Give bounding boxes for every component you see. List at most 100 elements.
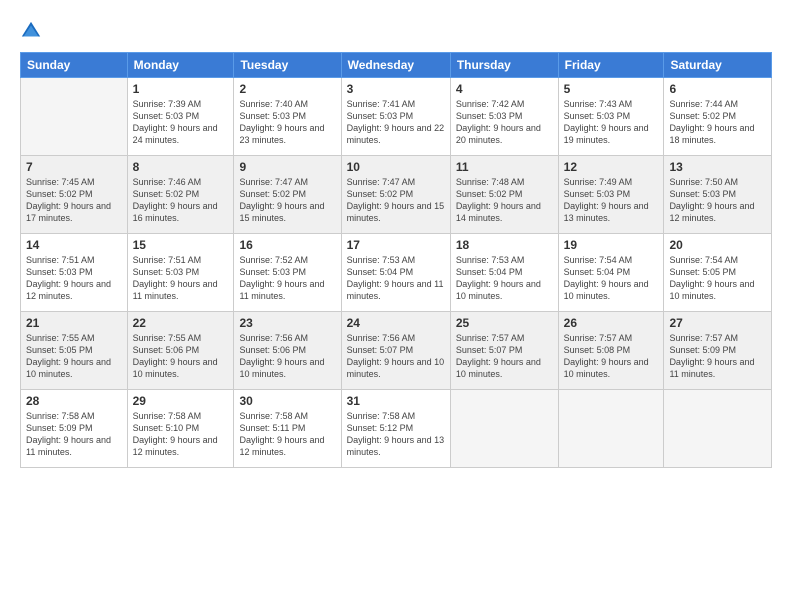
- day-number: 1: [133, 82, 229, 96]
- day-info: Sunrise: 7:55 AMSunset: 5:05 PMDaylight:…: [26, 332, 122, 381]
- calendar-day-cell: 23 Sunrise: 7:56 AMSunset: 5:06 PMDayligh…: [234, 312, 341, 390]
- day-info: Sunrise: 7:41 AMSunset: 5:03 PMDaylight:…: [347, 98, 445, 147]
- calendar-day-cell: 17 Sunrise: 7:53 AMSunset: 5:04 PMDayligh…: [341, 234, 450, 312]
- day-info: Sunrise: 7:53 AMSunset: 5:04 PMDaylight:…: [347, 254, 445, 303]
- day-number: 20: [669, 238, 766, 252]
- calendar-day-cell: 21 Sunrise: 7:55 AMSunset: 5:05 PMDayligh…: [21, 312, 128, 390]
- day-number: 9: [239, 160, 335, 174]
- day-info: Sunrise: 7:58 AMSunset: 5:10 PMDaylight:…: [133, 410, 229, 459]
- weekday-header: Wednesday: [341, 53, 450, 78]
- day-number: 29: [133, 394, 229, 408]
- day-info: Sunrise: 7:47 AMSunset: 5:02 PMDaylight:…: [347, 176, 445, 225]
- day-number: 14: [26, 238, 122, 252]
- calendar-day-cell: 16 Sunrise: 7:52 AMSunset: 5:03 PMDayligh…: [234, 234, 341, 312]
- calendar-day-cell: 5 Sunrise: 7:43 AMSunset: 5:03 PMDaylight…: [558, 78, 664, 156]
- day-number: 6: [669, 82, 766, 96]
- logo: [20, 18, 45, 42]
- weekday-header: Saturday: [664, 53, 772, 78]
- day-number: 31: [347, 394, 445, 408]
- calendar-day-cell: 9 Sunrise: 7:47 AMSunset: 5:02 PMDaylight…: [234, 156, 341, 234]
- day-info: Sunrise: 7:58 AMSunset: 5:12 PMDaylight:…: [347, 410, 445, 459]
- day-number: 7: [26, 160, 122, 174]
- calendar-day-cell: 27 Sunrise: 7:57 AMSunset: 5:09 PMDayligh…: [664, 312, 772, 390]
- calendar-header-row: SundayMondayTuesdayWednesdayThursdayFrid…: [21, 53, 772, 78]
- calendar-day-cell: 8Sunrise: 7:46 AMSunset: 5:02 PMDaylight…: [127, 156, 234, 234]
- weekday-header: Thursday: [450, 53, 558, 78]
- calendar-day-cell: 28 Sunrise: 7:58 AMSunset: 5:09 PMDayligh…: [21, 390, 128, 468]
- calendar-day-cell: 31 Sunrise: 7:58 AMSunset: 5:12 PMDayligh…: [341, 390, 450, 468]
- calendar-day-cell: 18 Sunrise: 7:53 AMSunset: 5:04 PMDayligh…: [450, 234, 558, 312]
- day-number: 26: [564, 316, 659, 330]
- day-number: 22: [133, 316, 229, 330]
- day-info: Sunrise: 7:39 AMSunset: 5:03 PMDaylight:…: [133, 98, 229, 147]
- calendar-day-cell: 24 Sunrise: 7:56 AMSunset: 5:07 PMDayligh…: [341, 312, 450, 390]
- calendar-day-cell: 15 Sunrise: 7:51 AMSunset: 5:03 PMDayligh…: [127, 234, 234, 312]
- day-number: 24: [347, 316, 445, 330]
- calendar-day-cell: [558, 390, 664, 468]
- day-info: Sunrise: 7:52 AMSunset: 5:03 PMDaylight:…: [239, 254, 335, 303]
- calendar-week-row: 21 Sunrise: 7:55 AMSunset: 5:05 PMDayligh…: [21, 312, 772, 390]
- day-number: 3: [347, 82, 445, 96]
- calendar-day-cell: 12 Sunrise: 7:49 AMSunset: 5:03 PMDayligh…: [558, 156, 664, 234]
- calendar-day-cell: 30 Sunrise: 7:58 AMSunset: 5:11 PMDayligh…: [234, 390, 341, 468]
- calendar-week-row: 7 Sunrise: 7:45 AMSunset: 5:02 PMDaylight…: [21, 156, 772, 234]
- day-number: 18: [456, 238, 553, 252]
- day-info: Sunrise: 7:51 AMSunset: 5:03 PMDaylight:…: [133, 254, 229, 303]
- day-number: 28: [26, 394, 122, 408]
- calendar-week-row: 14 Sunrise: 7:51 AMSunset: 5:03 PMDayligh…: [21, 234, 772, 312]
- day-info: Sunrise: 7:57 AMSunset: 5:08 PMDaylight:…: [564, 332, 659, 381]
- calendar-day-cell: [21, 78, 128, 156]
- calendar-day-cell: 11 Sunrise: 7:48 AMSunset: 5:02 PMDayligh…: [450, 156, 558, 234]
- day-info: Sunrise: 7:45 AMSunset: 5:02 PMDaylight:…: [26, 176, 122, 225]
- calendar-day-cell: 14 Sunrise: 7:51 AMSunset: 5:03 PMDayligh…: [21, 234, 128, 312]
- day-number: 21: [26, 316, 122, 330]
- calendar-day-cell: 19 Sunrise: 7:54 AMSunset: 5:04 PMDayligh…: [558, 234, 664, 312]
- weekday-header: Sunday: [21, 53, 128, 78]
- calendar-week-row: 1 Sunrise: 7:39 AMSunset: 5:03 PMDaylight…: [21, 78, 772, 156]
- day-number: 17: [347, 238, 445, 252]
- day-number: 30: [239, 394, 335, 408]
- day-number: 4: [456, 82, 553, 96]
- day-info: Sunrise: 7:56 AMSunset: 5:07 PMDaylight:…: [347, 332, 445, 381]
- day-info: Sunrise: 7:58 AMSunset: 5:11 PMDaylight:…: [239, 410, 335, 459]
- calendar-day-cell: 10Sunrise: 7:47 AMSunset: 5:02 PMDayligh…: [341, 156, 450, 234]
- day-info: Sunrise: 7:44 AMSunset: 5:02 PMDaylight:…: [669, 98, 766, 147]
- day-number: 11: [456, 160, 553, 174]
- day-info: Sunrise: 7:49 AMSunset: 5:03 PMDaylight:…: [564, 176, 659, 225]
- calendar-day-cell: 4Sunrise: 7:42 AMSunset: 5:03 PMDaylight…: [450, 78, 558, 156]
- day-info: Sunrise: 7:43 AMSunset: 5:03 PMDaylight:…: [564, 98, 659, 147]
- calendar-day-cell: [664, 390, 772, 468]
- day-number: 8: [133, 160, 229, 174]
- calendar-day-cell: 1 Sunrise: 7:39 AMSunset: 5:03 PMDaylight…: [127, 78, 234, 156]
- day-info: Sunrise: 7:47 AMSunset: 5:02 PMDaylight:…: [239, 176, 335, 225]
- header: [20, 18, 772, 42]
- day-number: 15: [133, 238, 229, 252]
- day-info: Sunrise: 7:54 AMSunset: 5:04 PMDaylight:…: [564, 254, 659, 303]
- weekday-header: Friday: [558, 53, 664, 78]
- weekday-header: Monday: [127, 53, 234, 78]
- day-info: Sunrise: 7:56 AMSunset: 5:06 PMDaylight:…: [239, 332, 335, 381]
- day-number: 13: [669, 160, 766, 174]
- day-number: 5: [564, 82, 659, 96]
- day-info: Sunrise: 7:58 AMSunset: 5:09 PMDaylight:…: [26, 410, 122, 459]
- day-info: Sunrise: 7:54 AMSunset: 5:05 PMDaylight:…: [669, 254, 766, 303]
- calendar-day-cell: 22Sunrise: 7:55 AMSunset: 5:06 PMDayligh…: [127, 312, 234, 390]
- day-info: Sunrise: 7:53 AMSunset: 5:04 PMDaylight:…: [456, 254, 553, 303]
- calendar-day-cell: 2Sunrise: 7:40 AMSunset: 5:03 PMDaylight…: [234, 78, 341, 156]
- calendar-day-cell: 6 Sunrise: 7:44 AMSunset: 5:02 PMDaylight…: [664, 78, 772, 156]
- day-info: Sunrise: 7:51 AMSunset: 5:03 PMDaylight:…: [26, 254, 122, 303]
- day-number: 2: [239, 82, 335, 96]
- day-number: 25: [456, 316, 553, 330]
- day-info: Sunrise: 7:57 AMSunset: 5:07 PMDaylight:…: [456, 332, 553, 381]
- day-number: 27: [669, 316, 766, 330]
- calendar-day-cell: 26 Sunrise: 7:57 AMSunset: 5:08 PMDayligh…: [558, 312, 664, 390]
- day-number: 12: [564, 160, 659, 174]
- day-info: Sunrise: 7:57 AMSunset: 5:09 PMDaylight:…: [669, 332, 766, 381]
- day-info: Sunrise: 7:48 AMSunset: 5:02 PMDaylight:…: [456, 176, 553, 225]
- day-number: 16: [239, 238, 335, 252]
- calendar-day-cell: 3 Sunrise: 7:41 AMSunset: 5:03 PMDaylight…: [341, 78, 450, 156]
- weekday-header: Tuesday: [234, 53, 341, 78]
- day-number: 19: [564, 238, 659, 252]
- page: SundayMondayTuesdayWednesdayThursdayFrid…: [0, 0, 792, 612]
- day-number: 23: [239, 316, 335, 330]
